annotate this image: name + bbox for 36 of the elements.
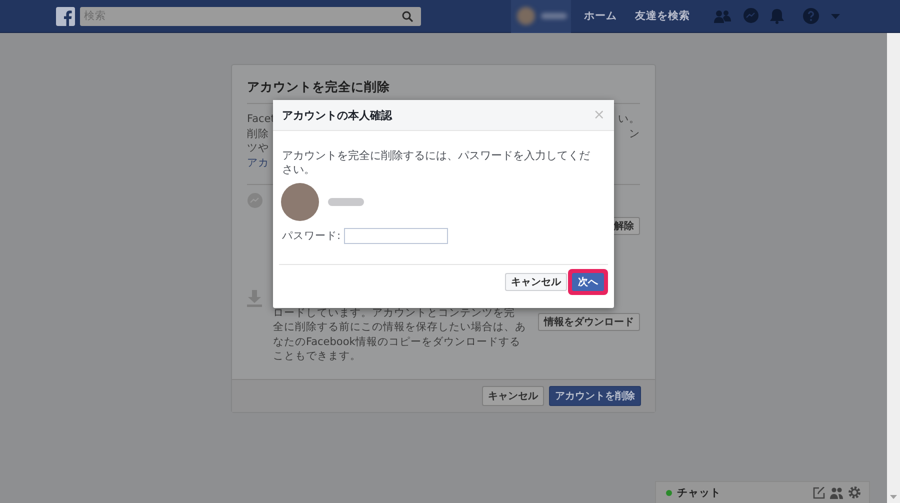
logo-icon[interactable]	[56, 6, 75, 26]
messenger-icon[interactable]	[743, 8, 759, 24]
download-icon	[247, 290, 262, 307]
cancel-button[interactable]: キャンセル	[505, 273, 567, 291]
nav-link[interactable]: ホーム	[584, 9, 617, 23]
settings-icon[interactable]	[848, 486, 861, 499]
dialog-title: アカウントの本人確認	[282, 108, 392, 122]
intro-text: 削除	[247, 126, 269, 141]
password-field[interactable]	[344, 228, 448, 244]
intro-text: い。	[618, 112, 640, 126]
compose-icon[interactable]	[813, 486, 825, 498]
password-label: パスワード:	[282, 229, 341, 243]
search-icon[interactable]	[402, 10, 413, 22]
submit-button[interactable]: アカウントを削除	[549, 386, 641, 406]
cancel-button[interactable]: キャンセル	[482, 386, 544, 406]
download-button[interactable]: 情報をダウンロード	[538, 312, 640, 331]
nav-link[interactable]: 友達を検索	[635, 9, 690, 23]
intro-text: Facet	[247, 112, 275, 126]
help-icon[interactable]	[803, 8, 819, 24]
intro-text: ツや	[247, 141, 269, 156]
link[interactable]: アカ	[247, 156, 269, 170]
blurred-name	[328, 198, 364, 206]
friends-icon[interactable]	[714, 10, 731, 22]
chat-label: チャット	[677, 486, 722, 500]
dialog-message: アカウントを完全に削除するには、パスワードを入力してください。	[282, 149, 591, 177]
messenger-icon	[247, 192, 263, 209]
intro-text: ン	[629, 126, 640, 141]
bell-icon[interactable]	[770, 8, 784, 24]
scroll-down-icon[interactable]	[890, 495, 897, 499]
caret-icon[interactable]	[831, 14, 840, 18]
download-description: ロードしています。アカウントとコンテンツを完 全に削除する前にこの情報を保存したい場合は、あ なたのFacebook情報のコピーをダウンロードする こともできます。	[273, 306, 527, 364]
chat-bar[interactable]: チャット	[655, 481, 870, 503]
next-button[interactable]: 次へ	[572, 273, 604, 291]
people-icon[interactable]	[830, 486, 843, 498]
avatar	[280, 182, 320, 222]
profile-link[interactable]	[511, 0, 571, 32]
